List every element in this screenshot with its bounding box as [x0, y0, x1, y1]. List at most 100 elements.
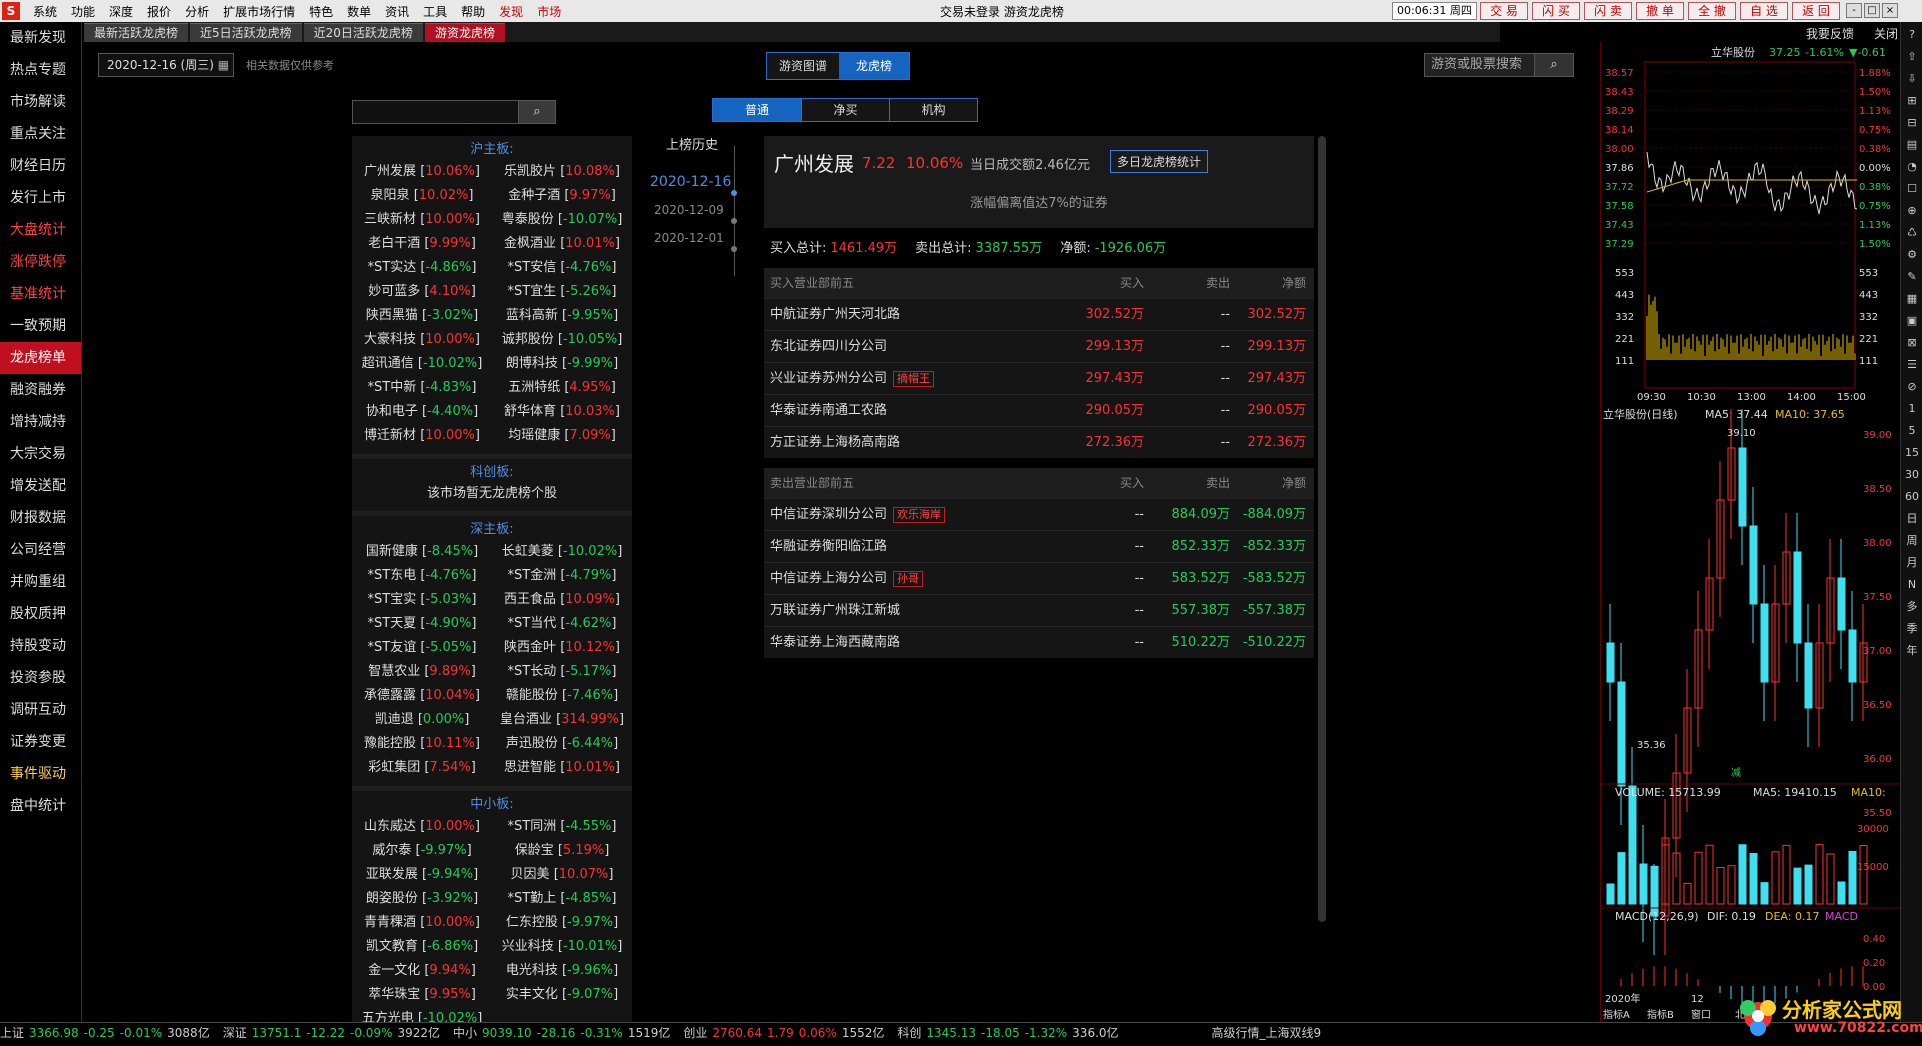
tool-icon[interactable]: 15 — [1903, 444, 1921, 462]
table-row[interactable]: 中航证券广州天河北路 302.52万 -- 302.52万 — [764, 298, 1314, 330]
tool-icon[interactable]: 年 — [1903, 642, 1921, 660]
broker-tag[interactable]: 欢乐海岸 — [893, 507, 946, 523]
bottom-tab[interactable]: 指标A — [1603, 1008, 1630, 1021]
menu-item[interactable]: 工具 — [416, 3, 454, 20]
sidebar-item[interactable]: 涨停跌停 — [0, 246, 81, 278]
stock-item[interactable]: 威尔泰 [-9.97%] — [352, 839, 492, 863]
trade-button[interactable]: 闪 买 — [1532, 2, 1580, 20]
stock-item[interactable]: 协和电子 [-4.40%] — [352, 400, 492, 424]
sidebar-item[interactable]: 持股变动 — [0, 630, 81, 662]
index-item[interactable]: 上证 3366.98 -0.25 -0.01% 3088亿 — [0, 1024, 215, 1041]
menu-item[interactable]: 分析 — [178, 3, 216, 20]
tool-icon[interactable]: ✎ — [1903, 268, 1921, 286]
sidebar-item[interactable]: 一致预期 — [0, 310, 81, 342]
stock-item[interactable]: 智慧农业 [9.89%] — [352, 660, 492, 684]
stock-item[interactable]: 陕西黑猫 [-3.02%] — [352, 304, 492, 328]
table-row[interactable]: 华泰证券南通工农路 290.05万 -- 290.05万 — [764, 394, 1314, 426]
sidebar-item[interactable]: 大宗交易 — [0, 438, 81, 470]
tool-icon[interactable]: ⊟ — [1903, 114, 1921, 132]
stock-item[interactable]: 彩虹集团 [7.54%] — [352, 756, 492, 780]
panel-scrollbar[interactable] — [1318, 136, 1326, 922]
sidebar-item[interactable]: 大盘统计 — [0, 214, 81, 246]
trade-button[interactable]: 闪 卖 — [1584, 2, 1632, 20]
stock-item[interactable]: 超讯通信 [-10.02%] — [352, 352, 492, 376]
search-button[interactable]: ⌕ — [1534, 53, 1574, 77]
stock-item[interactable]: *ST实达 [-4.86%] — [352, 256, 492, 280]
stock-item[interactable]: *ST金洲 [-4.79%] — [492, 564, 632, 588]
tab-item[interactable]: 最新活跃龙虎榜 — [84, 23, 189, 42]
tool-icon[interactable]: ◔ — [1903, 158, 1921, 176]
table-row[interactable]: 华泰证券上海西藏南路 -- 510.22万 -510.22万 — [764, 626, 1314, 658]
close-link[interactable]: 关闭 — [1874, 25, 1898, 42]
tool-icon[interactable]: ☰ — [1903, 356, 1921, 374]
sidebar-item[interactable]: 投资参股 — [0, 662, 81, 694]
sidebar-item[interactable]: 财经日历 — [0, 150, 81, 182]
tool-icon[interactable]: ☐ — [1903, 180, 1921, 198]
close-window-button[interactable]: × — [1882, 3, 1898, 18]
table-row[interactable]: 兴业证券苏州分公司 摘帽王 297.43万 -- 297.43万 — [764, 362, 1314, 394]
stock-item[interactable]: 仁东控股 [-9.97%] — [492, 911, 632, 935]
tool-icon[interactable]: ▦ — [1903, 290, 1921, 308]
tool-icon[interactable]: ⊞ — [1903, 92, 1921, 110]
stock-item[interactable]: *ST同洲 [-4.55%] — [492, 815, 632, 839]
sidebar-item[interactable]: 市场解读 — [0, 86, 81, 118]
tool-icon[interactable]: 30 — [1903, 466, 1921, 484]
sidebar-item[interactable]: 基准统计 — [0, 278, 81, 310]
tool-icon[interactable]: N — [1903, 576, 1921, 594]
stock-item[interactable]: 实丰文化 [-9.07%] — [492, 983, 632, 1007]
sidebar-item[interactable]: 证券变更 — [0, 726, 81, 758]
menu-item[interactable]: 数单 — [340, 3, 378, 20]
menu-item-highlight[interactable]: 发现 — [492, 3, 530, 20]
stock-item[interactable]: *ST长动 [-5.17%] — [492, 660, 632, 684]
stock-item[interactable]: 博迁新材 [10.00%] — [352, 424, 492, 448]
stock-item[interactable]: 广州发展 [10.06%] — [352, 160, 492, 184]
tool-icon[interactable]: ⊠ — [1903, 334, 1921, 352]
stock-item[interactable]: 朗姿股份 [-3.92%] — [352, 887, 492, 911]
tool-icon[interactable]: ♺ — [1903, 224, 1921, 242]
tool-icon[interactable]: 日 — [1903, 510, 1921, 528]
history-date[interactable]: 2020-12-01 — [642, 224, 742, 252]
date-picker[interactable]: 2020-12-16 (周三) ▦ — [98, 53, 234, 77]
tool-icon[interactable]: 周 — [1903, 532, 1921, 550]
stock-item[interactable]: 青青稞酒 [10.00%] — [352, 911, 492, 935]
stock-item[interactable]: 豫能控股 [10.11%] — [352, 732, 492, 756]
sidebar-item[interactable]: 重点关注 — [0, 118, 81, 150]
bottom-tab[interactable]: 指标B — [1647, 1008, 1674, 1021]
minimize-button[interactable]: - — [1846, 3, 1862, 18]
stock-item[interactable]: 舒华体育 [10.03%] — [492, 400, 632, 424]
tool-icon[interactable]: 多 — [1903, 598, 1921, 616]
menu-item[interactable]: 报价 — [140, 3, 178, 20]
stock-item[interactable]: 金种子酒 [9.97%] — [492, 184, 632, 208]
table-row[interactable]: 中信证券上海分公司 孙哥 -- 583.52万 -583.52万 — [764, 562, 1314, 594]
tool-icon[interactable]: 1 — [1903, 400, 1921, 418]
stock-search-button[interactable]: ⌕ — [518, 100, 556, 124]
trade-button[interactable]: 全 撤 — [1688, 2, 1736, 20]
sidebar-item[interactable]: 增持减持 — [0, 406, 81, 438]
stock-item[interactable]: 老白干酒 [9.99%] — [352, 232, 492, 256]
history-date[interactable]: 2020-12-09 — [642, 196, 742, 224]
menu-item[interactable]: 扩展市场行情 — [216, 3, 302, 20]
stock-item[interactable]: 妙可蓝多 [4.10%] — [352, 280, 492, 304]
tool-icon[interactable]: 5 — [1903, 422, 1921, 440]
stock-item[interactable]: *ST东电 [-4.76%] — [352, 564, 492, 588]
filter-net-buy[interactable]: 净买 — [801, 99, 889, 121]
stock-item[interactable]: 承德露露 [10.04%] — [352, 684, 492, 708]
sidebar-item[interactable]: 龙虎榜单 — [0, 342, 81, 374]
tool-icon[interactable]: ⊕ — [1903, 202, 1921, 220]
stock-item[interactable]: 兴业科技 [-10.01%] — [492, 935, 632, 959]
stock-item[interactable]: 金一文化 [9.94%] — [352, 959, 492, 983]
trade-button[interactable]: 撤 单 — [1636, 2, 1684, 20]
stock-item[interactable]: 萃华珠宝 [9.95%] — [352, 983, 492, 1007]
sidebar-item[interactable]: 财报数据 — [0, 502, 81, 534]
filter-institution[interactable]: 机构 — [889, 99, 977, 121]
table-row[interactable]: 华融证券衡阳临江路 -- 852.33万 -852.33万 — [764, 530, 1314, 562]
trade-button[interactable]: 交 易 — [1480, 2, 1528, 20]
sidebar-item[interactable]: 调研互动 — [0, 694, 81, 726]
stock-item[interactable]: 蓝科高新 [-9.95%] — [492, 304, 632, 328]
tool-icon[interactable]: 60 — [1903, 488, 1921, 506]
tab-item[interactable]: 近5日活跃龙虎榜 — [190, 23, 302, 42]
sidebar-item[interactable]: 公司经营 — [0, 534, 81, 566]
stock-item[interactable]: 声迅股份 [-6.44%] — [492, 732, 632, 756]
stock-item[interactable]: 思进智能 [10.01%] — [492, 756, 632, 780]
trade-button[interactable]: 自 选 — [1740, 2, 1788, 20]
